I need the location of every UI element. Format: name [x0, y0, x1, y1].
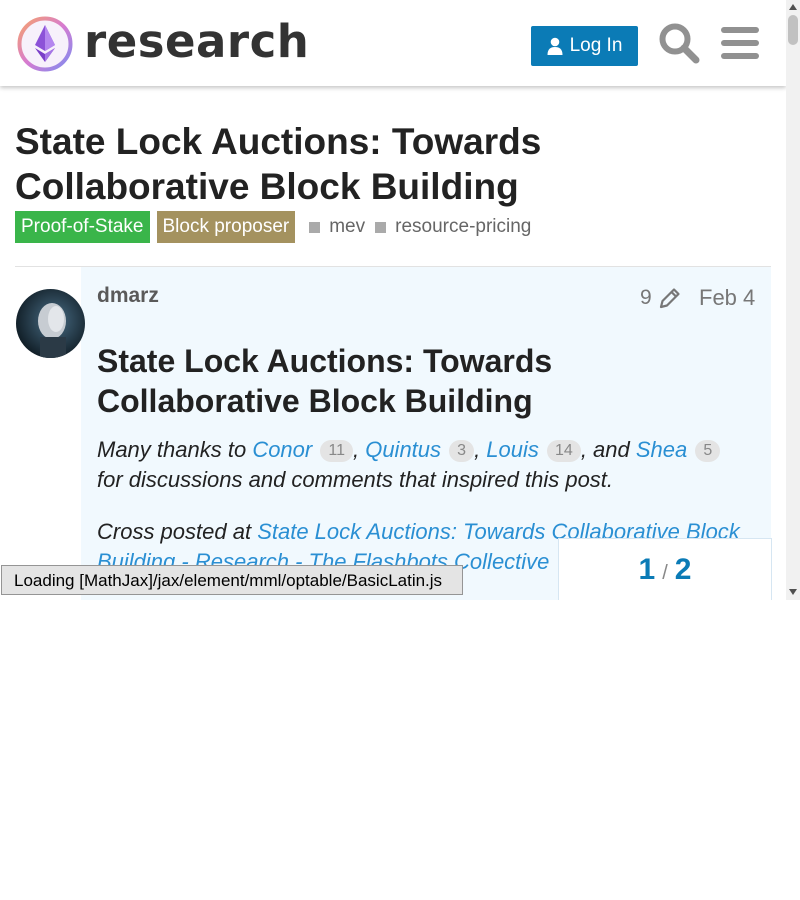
login-button-label: Log In	[569, 35, 623, 56]
mathjax-loading-message: Loading [MathJax]/jax/element/mml/optabl…	[1, 565, 463, 595]
search-icon[interactable]	[658, 22, 700, 64]
mention-link-conor[interactable]: Conor	[252, 437, 312, 462]
edit-count: 9	[640, 286, 652, 309]
tag-label: mev	[329, 216, 366, 237]
scroll-up-arrow-icon[interactable]	[789, 4, 797, 10]
site-header: research Log In	[0, 0, 786, 86]
mention-count: 11	[320, 440, 353, 462]
vertical-scrollbar[interactable]	[786, 0, 800, 600]
separator: , and	[580, 437, 636, 462]
login-button[interactable]: Log In	[531, 26, 638, 66]
avatar-image	[16, 289, 85, 358]
mention-count: 14	[547, 440, 581, 462]
cross-post-prefix: Cross posted at	[97, 519, 258, 544]
mention-count: 3	[449, 440, 475, 462]
tag-square-icon	[309, 221, 321, 233]
scrollbar-thumb[interactable]	[788, 15, 798, 45]
topic-title[interactable]: State Lock Auctions: Towards Collaborati…	[15, 119, 715, 209]
progress-separator: /	[662, 562, 668, 584]
thanks-suffix: for discussions and comments that inspir…	[97, 467, 614, 492]
category-badge-block-proposer[interactable]: Block proposer	[156, 211, 296, 243]
mention-count: 5	[695, 440, 721, 462]
mention-link-shea[interactable]: Shea	[636, 437, 687, 462]
edit-history-button[interactable]: 9	[640, 286, 682, 310]
progress-current: 1	[638, 552, 656, 586]
thanks-prefix: Many thanks to	[97, 437, 253, 462]
mention-link-louis[interactable]: Louis	[486, 437, 539, 462]
topic-progress[interactable]: 1 / 2	[558, 538, 772, 600]
post-date[interactable]: Feb 4	[699, 285, 755, 311]
tag-square-icon	[375, 221, 387, 233]
tag-mev[interactable]: mev	[309, 216, 365, 238]
ethereum-logo-icon[interactable]	[17, 16, 73, 72]
mention-link-quintus[interactable]: Quintus	[365, 437, 441, 462]
pencil-icon	[659, 288, 680, 309]
scroll-down-arrow-icon[interactable]	[789, 589, 797, 595]
topic-tags: Proof-of-Stake Block proposer mev resour…	[15, 211, 534, 243]
tag-label: resource-pricing	[395, 216, 532, 237]
progress-total: 2	[674, 552, 692, 586]
thanks-paragraph: Many thanks to Conor 11, Quintus 3, Loui…	[97, 435, 747, 495]
user-icon	[547, 37, 563, 55]
tag-resource-pricing[interactable]: resource-pricing	[375, 216, 531, 238]
separator: ,	[474, 437, 487, 462]
avatar[interactable]	[16, 289, 85, 358]
category-badge-proof-of-stake[interactable]: Proof-of-Stake	[15, 211, 150, 243]
post-heading: State Lock Auctions: Towards Collaborati…	[97, 343, 553, 419]
post-username[interactable]: dmarz	[97, 284, 159, 308]
hamburger-menu-icon[interactable]	[721, 26, 759, 60]
page-viewport: research Log In State Lock Auctions: Tow…	[0, 0, 786, 600]
separator: ,	[352, 437, 366, 462]
site-logo-text[interactable]: research	[84, 14, 309, 70]
